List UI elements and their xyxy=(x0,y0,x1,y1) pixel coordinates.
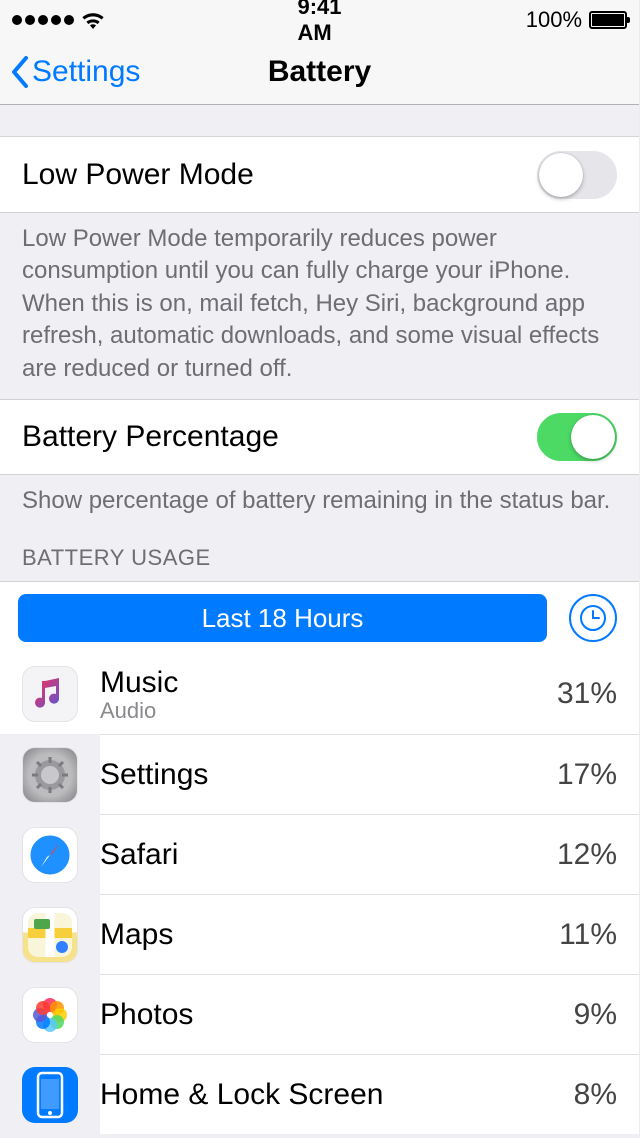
photos-app-icon xyxy=(22,987,78,1043)
usage-app-name: Safari xyxy=(100,838,515,871)
usage-row[interactable]: Maps 11% xyxy=(100,894,639,974)
usage-app-pct: 12% xyxy=(537,838,617,872)
usage-app-pct: 31% xyxy=(537,677,617,711)
usage-app-name: Home & Lock Screen xyxy=(100,1078,515,1111)
maps-app-icon xyxy=(22,907,78,963)
low-power-mode-toggle[interactable] xyxy=(537,151,617,199)
usage-app-pct: 9% xyxy=(537,998,617,1032)
back-label: Settings xyxy=(32,55,140,89)
usage-app-sub: Audio xyxy=(100,699,515,723)
back-button[interactable]: Settings xyxy=(10,55,140,89)
usage-app-name: Music xyxy=(100,666,515,699)
wifi-icon xyxy=(81,11,105,29)
music-app-icon xyxy=(22,666,78,722)
usage-row[interactable]: MusicAudio 31% xyxy=(0,654,639,734)
status-bar: 9:41 AM 100% xyxy=(0,0,639,40)
battery-percentage-toggle[interactable] xyxy=(537,413,617,461)
settings-app-icon xyxy=(22,747,78,803)
usage-app-name: Photos xyxy=(100,998,515,1031)
battery-percentage-footer: Show percentage of battery remaining in … xyxy=(0,475,639,521)
usage-segment-last18[interactable]: Last 18 Hours xyxy=(18,594,547,642)
usage-row[interactable]: Settings 17% xyxy=(100,734,639,814)
usage-row[interactable]: Photos 9% xyxy=(100,974,639,1054)
usage-segment-row: Last 18 Hours xyxy=(0,581,639,654)
home-app-icon xyxy=(22,1067,78,1123)
usage-row[interactable]: Safari 12% xyxy=(100,814,639,894)
usage-app-pct: 17% xyxy=(537,758,617,792)
usage-list: MusicAudio 31% Settings 17% Safari 12% Maps 11%… xyxy=(0,654,639,1134)
status-battery-pct: 100% xyxy=(526,7,582,33)
usage-clock-button[interactable] xyxy=(569,594,617,642)
nav-bar: Settings Battery xyxy=(0,40,639,105)
battery-icon xyxy=(589,11,627,29)
battery-percentage-label: Battery Percentage xyxy=(22,420,279,454)
battery-percentage-row[interactable]: Battery Percentage xyxy=(0,399,639,475)
chevron-left-icon xyxy=(10,55,30,89)
low-power-mode-label: Low Power Mode xyxy=(22,158,254,192)
usage-row[interactable]: Home & Lock Screen 8% xyxy=(100,1054,639,1134)
low-power-mode-row[interactable]: Low Power Mode xyxy=(0,137,639,213)
usage-app-name: Maps xyxy=(100,918,515,951)
battery-usage-header: BATTERY USAGE xyxy=(0,521,639,581)
safari-app-icon xyxy=(22,827,78,883)
usage-app-pct: 8% xyxy=(537,1078,617,1112)
clock-icon xyxy=(579,604,607,632)
signal-dots-icon xyxy=(12,15,74,25)
usage-app-name: Settings xyxy=(100,758,515,791)
low-power-mode-footer: Low Power Mode temporarily reduces power… xyxy=(0,213,639,399)
usage-app-pct: 11% xyxy=(537,918,617,952)
